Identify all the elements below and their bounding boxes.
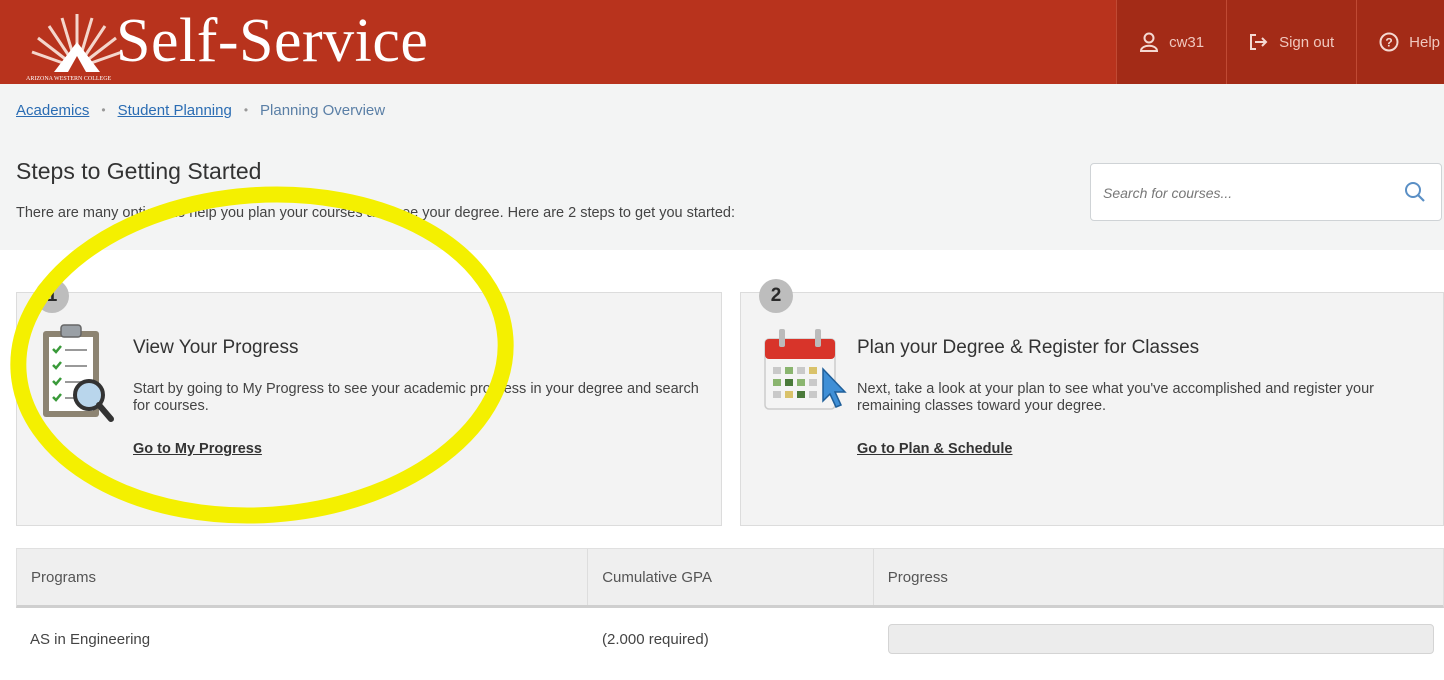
header-actions: cw31 Sign out ? Help xyxy=(1116,0,1444,84)
user-menu-button[interactable]: cw31 xyxy=(1116,0,1227,84)
step-number-badge: 2 xyxy=(759,279,793,313)
go-to-plan-schedule-link[interactable]: Go to Plan & Schedule xyxy=(857,441,1013,457)
sign-out-icon xyxy=(1250,34,1268,50)
breadcrumb-academics[interactable]: Academics xyxy=(16,102,89,119)
program-name[interactable]: AS in Engineering xyxy=(16,608,588,670)
help-label: Help xyxy=(1409,33,1440,51)
column-header-progress: Progress xyxy=(887,568,948,586)
card-description: Start by going to My Progress to see you… xyxy=(133,381,699,414)
app-brand-title[interactable]: Self-Service xyxy=(116,2,428,80)
breadcrumb-student-planning[interactable]: Student Planning xyxy=(118,102,232,119)
breadcrumb: Academics • Student Planning • Planning … xyxy=(0,84,1444,136)
user-label: cw31 xyxy=(1169,33,1205,51)
progress-cell xyxy=(874,608,1444,670)
programs-table: Programs Cumulative GPA Progress AS in E… xyxy=(16,548,1444,670)
help-icon: ? xyxy=(1379,32,1399,52)
breadcrumb-separator: • xyxy=(101,103,106,117)
steps-header: Steps to Getting Started xyxy=(16,158,261,185)
course-search-box xyxy=(1090,163,1442,221)
course-search-input[interactable] xyxy=(1101,178,1395,208)
table-header-row: Programs Cumulative GPA Progress xyxy=(16,548,1444,608)
top-header: ARIZONA WESTERN COLLEGE Self-Service cw3… xyxy=(0,0,1444,84)
column-header-programs: Programs xyxy=(17,549,589,605)
progress-bar xyxy=(888,624,1434,654)
step-card-plan-degree: 2 Plan your Degree & Register for Classe… xyxy=(740,279,1444,526)
user-icon xyxy=(1140,32,1159,52)
calendar-icon xyxy=(764,329,847,410)
column-header-gpa: Cumulative GPA xyxy=(588,549,874,605)
step-card-view-progress: 1 View Your Progress Start by going to M… xyxy=(16,279,722,526)
card-title: View Your Progress xyxy=(133,337,299,358)
breadcrumb-planning-overview: Planning Overview xyxy=(260,101,386,119)
card-title: Plan your Degree & Register for Classes xyxy=(857,337,1200,358)
sign-out-button[interactable]: Sign out xyxy=(1226,0,1357,84)
page-title: Steps to Getting Started xyxy=(16,158,262,184)
help-button[interactable]: ? Help xyxy=(1356,0,1444,84)
svg-text:?: ? xyxy=(1385,36,1392,50)
svg-text:ARIZONA WESTERN COLLEGE: ARIZONA WESTERN COLLEGE xyxy=(26,76,112,82)
search-icon[interactable] xyxy=(1403,180,1427,204)
go-to-my-progress-link[interactable]: Go to My Progress xyxy=(133,441,262,457)
step-number-badge: 1 xyxy=(35,279,69,313)
gpa-value: (2.000 required) xyxy=(602,630,709,648)
clipboard-checklist-icon xyxy=(43,324,114,422)
table-row[interactable]: AS in Engineering (2.000 required) xyxy=(16,608,1444,670)
sign-out-label: Sign out xyxy=(1279,33,1335,51)
breadcrumb-separator: • xyxy=(243,103,249,117)
card-description: Next, take a look at your plan to see wh… xyxy=(857,381,1374,414)
steps-description: There are many options to help you plan … xyxy=(16,205,735,221)
